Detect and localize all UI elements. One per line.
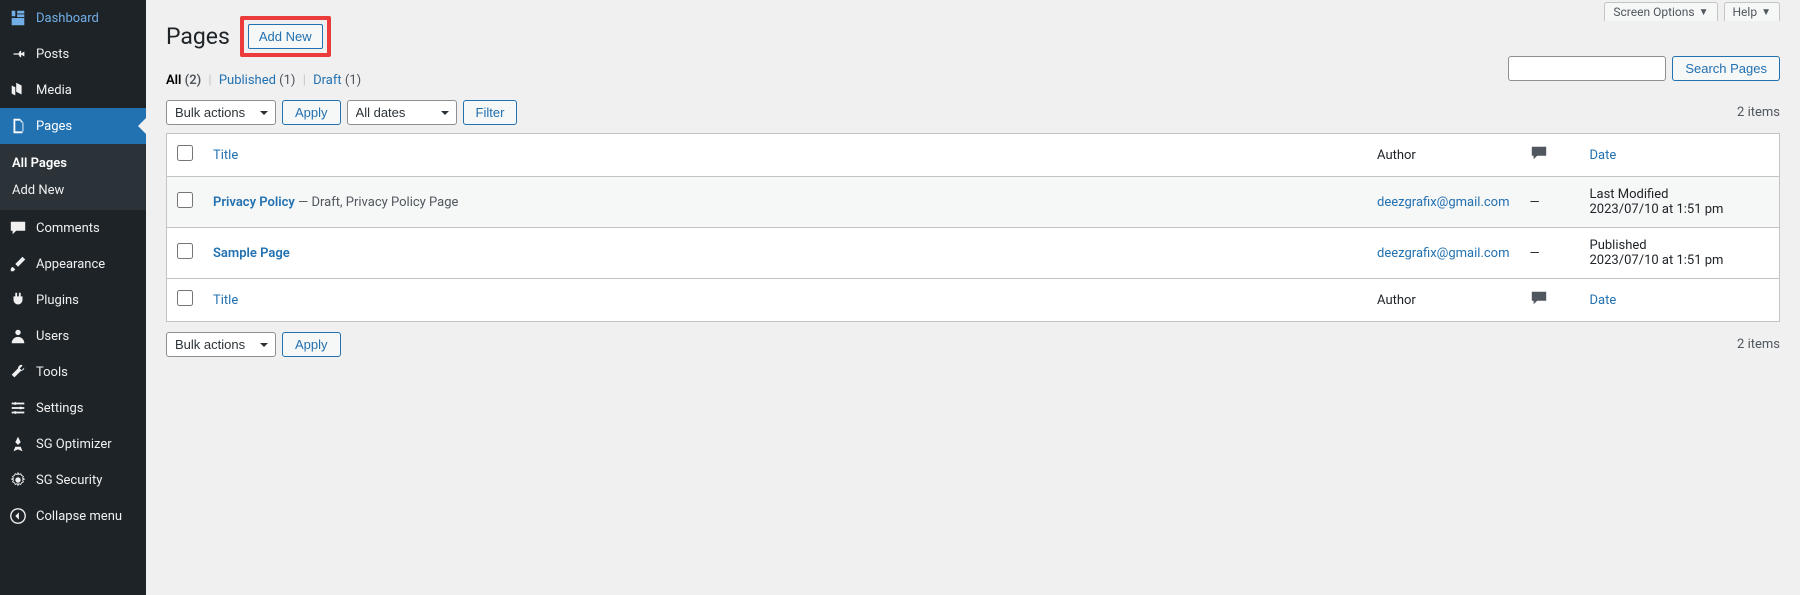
col-author: Author — [1367, 134, 1519, 177]
sidebar-item-label: Dashboard — [36, 11, 99, 26]
sidebar-item-settings[interactable]: Settings — [0, 390, 146, 426]
row-date: Last Modified2023/07/10 at 1:51 pm — [1580, 177, 1780, 228]
apply-button-bottom[interactable]: Apply — [282, 332, 341, 357]
top-tabs: Screen Options ▼ Help ▼ — [1604, 2, 1780, 21]
table-row: Privacy Policy — Draft, Privacy Policy P… — [167, 177, 1780, 228]
col-title[interactable]: Title — [213, 148, 238, 163]
items-count-top: 2 items — [1737, 105, 1780, 120]
sidebar-item-plugins[interactable]: Plugins — [0, 282, 146, 318]
comment-icon — [8, 218, 28, 238]
search-pages-input[interactable] — [1508, 56, 1666, 81]
row-title-link[interactable]: Privacy Policy — [213, 195, 295, 210]
row-title-suffix: — Draft, Privacy Policy Page — [295, 195, 459, 210]
select-all-top[interactable] — [177, 145, 193, 161]
top-controls: Bulk actions Apply All dates Filter 2 it… — [166, 100, 1780, 125]
select-all-bottom[interactable] — [177, 290, 193, 306]
rocket-icon — [8, 434, 28, 454]
sidebar-item-label: Media — [36, 83, 72, 98]
wrench-icon — [8, 362, 28, 382]
admin-sidebar: Dashboard Posts Media Pages All Pages Ad… — [0, 0, 146, 595]
filter-all[interactable]: All (2) — [166, 73, 201, 88]
sidebar-item-comments[interactable]: Comments — [0, 210, 146, 246]
row-date: Published2023/07/10 at 1:51 pm — [1580, 228, 1780, 279]
row-title-link[interactable]: Sample Page — [213, 246, 290, 261]
sidebar-item-media[interactable]: Media — [0, 72, 146, 108]
sidebar-item-label: Settings — [36, 401, 83, 416]
sidebar-submenu-pages: All Pages Add New — [0, 144, 146, 210]
main-content: Screen Options ▼ Help ▼ Pages Add New Se… — [146, 0, 1800, 595]
table-row: Sample Page deezgrafix@gmail.com — Publi… — [167, 228, 1780, 279]
col-date-foot[interactable]: Date — [1590, 293, 1617, 308]
collapse-icon — [8, 506, 28, 526]
chevron-down-icon: ▼ — [1761, 7, 1771, 18]
help-label: Help — [1733, 5, 1758, 19]
sidebar-item-sg-security[interactable]: SG Security — [0, 462, 146, 498]
chevron-down-icon: ▼ — [1699, 7, 1709, 18]
screen-options-label: Screen Options — [1613, 5, 1694, 19]
sidebar-item-label: Users — [36, 329, 69, 344]
page-title: Pages — [166, 23, 230, 50]
col-date[interactable]: Date — [1590, 148, 1617, 163]
sidebar-item-tools[interactable]: Tools — [0, 354, 146, 390]
bottom-controls: Bulk actions Apply 2 items — [166, 332, 1780, 357]
sidebar-item-dashboard[interactable]: Dashboard — [0, 0, 146, 36]
screen-options-tab[interactable]: Screen Options ▼ — [1604, 2, 1717, 21]
comments-column-icon[interactable] — [1530, 151, 1548, 166]
filter-button[interactable]: Filter — [463, 100, 518, 125]
sidebar-item-pages[interactable]: Pages — [0, 108, 146, 144]
pin-icon — [8, 44, 28, 64]
col-title-foot[interactable]: Title — [213, 293, 238, 308]
bulk-actions-select-bottom[interactable]: Bulk actions — [166, 332, 276, 357]
apply-button-top[interactable]: Apply — [282, 100, 341, 125]
row-comments: — — [1520, 177, 1580, 228]
sidebar-item-appearance[interactable]: Appearance — [0, 246, 146, 282]
sidebar-item-collapse[interactable]: Collapse menu — [0, 498, 146, 534]
col-author-foot: Author — [1367, 279, 1519, 322]
table-head-row: Title Author Date — [167, 134, 1780, 177]
pages-table: Title Author Date Privacy Policy — Draft… — [166, 133, 1780, 322]
row-author-link[interactable]: deezgrafix@gmail.com — [1377, 246, 1509, 261]
plugin-icon — [8, 290, 28, 310]
filter-draft[interactable]: Draft (1) — [313, 73, 361, 88]
dashboard-icon — [8, 8, 28, 28]
sidebar-item-sg-optimizer[interactable]: SG Optimizer — [0, 426, 146, 462]
row-comments: — — [1520, 228, 1580, 279]
sidebar-item-label: Tools — [36, 365, 68, 380]
page-header: Pages Add New — [166, 16, 1780, 57]
user-icon — [8, 326, 28, 346]
pages-icon — [8, 116, 28, 136]
sidebar-item-users[interactable]: Users — [0, 318, 146, 354]
row-author-link[interactable]: deezgrafix@gmail.com — [1377, 195, 1509, 210]
bulk-actions-select-top[interactable]: Bulk actions — [166, 100, 276, 125]
gear-icon — [8, 470, 28, 490]
sidebar-item-label: Comments — [36, 221, 100, 236]
sidebar-item-label: Posts — [36, 47, 69, 62]
sidebar-item-label: Collapse menu — [36, 509, 122, 524]
search-bar: Search Pages — [1508, 56, 1780, 81]
sidebar-item-label: SG Security — [36, 473, 102, 488]
sidebar-sub-add-new[interactable]: Add New — [0, 177, 146, 204]
search-pages-button[interactable]: Search Pages — [1672, 56, 1780, 81]
settings-icon — [8, 398, 28, 418]
comments-column-icon[interactable] — [1530, 296, 1548, 311]
sidebar-item-label: Pages — [36, 119, 72, 134]
add-new-button[interactable]: Add New — [248, 24, 323, 49]
add-new-highlight: Add New — [240, 16, 331, 57]
brush-icon — [8, 254, 28, 274]
table-foot-row: Title Author Date — [167, 279, 1780, 322]
sidebar-sub-all-pages[interactable]: All Pages — [0, 150, 146, 177]
sidebar-item-label: SG Optimizer — [36, 437, 112, 452]
filter-published[interactable]: Published (1) — [219, 73, 296, 88]
items-count-bottom: 2 items — [1737, 337, 1780, 352]
help-tab[interactable]: Help ▼ — [1724, 2, 1781, 21]
row-select[interactable] — [177, 243, 193, 259]
dates-select[interactable]: All dates — [347, 100, 457, 125]
sidebar-item-posts[interactable]: Posts — [0, 36, 146, 72]
media-icon — [8, 80, 28, 100]
row-select[interactable] — [177, 192, 193, 208]
sidebar-item-label: Plugins — [36, 293, 79, 308]
sidebar-item-label: Appearance — [36, 257, 105, 272]
